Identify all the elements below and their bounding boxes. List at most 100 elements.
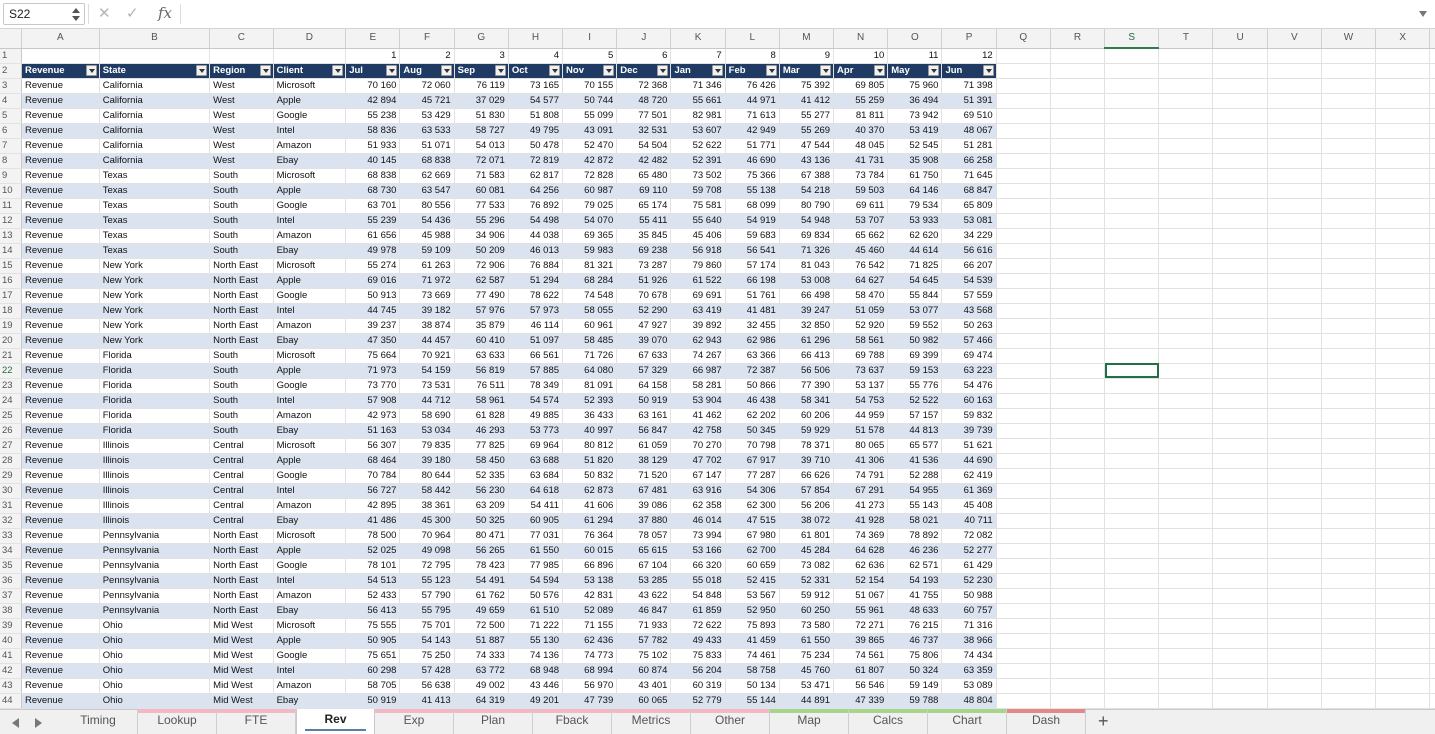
value-cell[interactable]: 49 659 xyxy=(454,603,509,619)
value-cell[interactable]: 55 274 xyxy=(345,258,401,274)
value-cell[interactable]: 37 029 xyxy=(454,93,509,109)
value-cell[interactable]: 51 071 xyxy=(399,138,455,154)
text-cell[interactable]: Illinois xyxy=(99,468,211,484)
value-cell[interactable]: 54 491 xyxy=(454,573,509,589)
text-cell[interactable]: New York xyxy=(99,258,211,274)
cell[interactable] xyxy=(1375,303,1431,319)
period-number-cell[interactable]: 11 xyxy=(887,48,943,64)
cell[interactable] xyxy=(1429,498,1435,514)
value-cell[interactable]: 70 270 xyxy=(670,438,726,454)
value-cell[interactable]: 75 806 xyxy=(887,648,943,664)
value-cell[interactable]: 54 159 xyxy=(399,363,455,379)
cell[interactable] xyxy=(1429,528,1435,544)
value-cell[interactable]: 72 500 xyxy=(454,618,509,634)
cell[interactable] xyxy=(1267,63,1322,79)
value-cell[interactable]: 61 510 xyxy=(508,603,564,619)
value-cell[interactable]: 68 994 xyxy=(562,663,618,679)
value-cell[interactable]: 77 501 xyxy=(616,108,672,124)
value-cell[interactable]: 50 345 xyxy=(725,423,780,439)
cell[interactable] xyxy=(1375,468,1431,484)
cell[interactable] xyxy=(1158,123,1214,139)
text-cell[interactable]: Revenue xyxy=(21,153,100,169)
cell[interactable] xyxy=(1104,228,1160,244)
cell[interactable] xyxy=(1212,558,1268,574)
value-cell[interactable]: 44 813 xyxy=(887,423,943,439)
cell[interactable] xyxy=(1429,198,1435,214)
cell[interactable] xyxy=(996,498,1051,514)
value-cell[interactable]: 47 350 xyxy=(345,333,401,349)
column-header-l[interactable]: L xyxy=(725,29,780,49)
value-cell[interactable]: 39 739 xyxy=(941,423,997,439)
cell[interactable] xyxy=(1158,303,1214,319)
value-cell[interactable]: 63 684 xyxy=(508,468,564,484)
row-header[interactable]: 1 xyxy=(0,48,22,64)
row-header[interactable]: 28 xyxy=(0,453,22,469)
value-cell[interactable]: 43 568 xyxy=(941,303,997,319)
value-cell[interactable]: 70 160 xyxy=(345,78,401,94)
value-cell[interactable]: 44 690 xyxy=(941,453,997,469)
row-header[interactable]: 22 xyxy=(0,363,22,379)
cell[interactable] xyxy=(1104,693,1160,709)
cell[interactable] xyxy=(1267,603,1322,619)
table-header-cell[interactable]: Dec xyxy=(616,63,672,79)
cell[interactable] xyxy=(1158,513,1214,529)
text-cell[interactable]: Florida xyxy=(99,408,211,424)
cell[interactable] xyxy=(1104,198,1160,214)
text-cell[interactable]: California xyxy=(99,78,211,94)
cell[interactable] xyxy=(1212,408,1268,424)
cell[interactable] xyxy=(1267,273,1322,289)
table-header-cell[interactable]: Client xyxy=(273,63,347,79)
value-cell[interactable]: 64 628 xyxy=(833,543,889,559)
value-cell[interactable]: 75 234 xyxy=(779,648,835,664)
value-cell[interactable]: 58 281 xyxy=(670,378,726,394)
row-header[interactable]: 34 xyxy=(0,543,22,559)
cell[interactable] xyxy=(1375,648,1431,664)
value-cell[interactable]: 49 002 xyxy=(454,678,509,694)
sheet-tab-fte[interactable]: FTE xyxy=(217,709,296,734)
cell[interactable] xyxy=(1104,408,1160,424)
text-cell[interactable]: Revenue xyxy=(21,378,100,394)
cell[interactable] xyxy=(996,213,1051,229)
value-cell[interactable]: 60 319 xyxy=(670,678,726,694)
value-cell[interactable]: 64 146 xyxy=(887,183,943,199)
value-cell[interactable]: 50 988 xyxy=(941,588,997,604)
value-cell[interactable]: 51 808 xyxy=(508,108,564,124)
cell[interactable] xyxy=(1267,78,1322,94)
text-cell[interactable]: Pennsylvania xyxy=(99,543,211,559)
text-cell[interactable]: Microsoft xyxy=(273,78,347,94)
value-cell[interactable]: 48 720 xyxy=(616,93,672,109)
text-cell[interactable]: Central xyxy=(209,468,274,484)
value-cell[interactable]: 75 701 xyxy=(399,618,455,634)
text-cell[interactable]: Pennsylvania xyxy=(99,558,211,574)
cell[interactable] xyxy=(1375,408,1431,424)
value-cell[interactable]: 46 737 xyxy=(887,633,943,649)
value-cell[interactable]: 60 410 xyxy=(454,333,509,349)
cell[interactable] xyxy=(1321,108,1377,124)
value-cell[interactable]: 55 238 xyxy=(345,108,401,124)
value-cell[interactable]: 54 143 xyxy=(399,633,455,649)
value-cell[interactable]: 65 662 xyxy=(833,228,889,244)
value-cell[interactable]: 71 583 xyxy=(454,168,509,184)
filter-dropdown-icon[interactable] xyxy=(85,64,97,76)
value-cell[interactable]: 52 470 xyxy=(562,138,618,154)
cell[interactable] xyxy=(1321,333,1377,349)
value-cell[interactable]: 66 207 xyxy=(941,258,997,274)
value-cell[interactable]: 54 577 xyxy=(508,93,564,109)
cell[interactable] xyxy=(1321,543,1377,559)
cell[interactable] xyxy=(1375,678,1431,694)
cell[interactable] xyxy=(1321,123,1377,139)
cell[interactable] xyxy=(1158,288,1214,304)
value-cell[interactable]: 48 804 xyxy=(941,693,997,709)
text-cell[interactable]: Ohio xyxy=(99,618,211,634)
text-cell[interactable]: Microsoft xyxy=(273,438,347,454)
value-cell[interactable]: 65 615 xyxy=(616,543,672,559)
cell[interactable] xyxy=(1050,108,1106,124)
value-cell[interactable]: 36 433 xyxy=(562,408,618,424)
cell[interactable] xyxy=(1321,603,1377,619)
cell[interactable] xyxy=(1267,108,1322,124)
value-cell[interactable]: 47 515 xyxy=(725,513,780,529)
value-cell[interactable]: 70 921 xyxy=(399,348,455,364)
value-cell[interactable]: 74 773 xyxy=(562,648,618,664)
cell[interactable] xyxy=(1429,513,1435,529)
value-cell[interactable]: 55 099 xyxy=(562,108,618,124)
